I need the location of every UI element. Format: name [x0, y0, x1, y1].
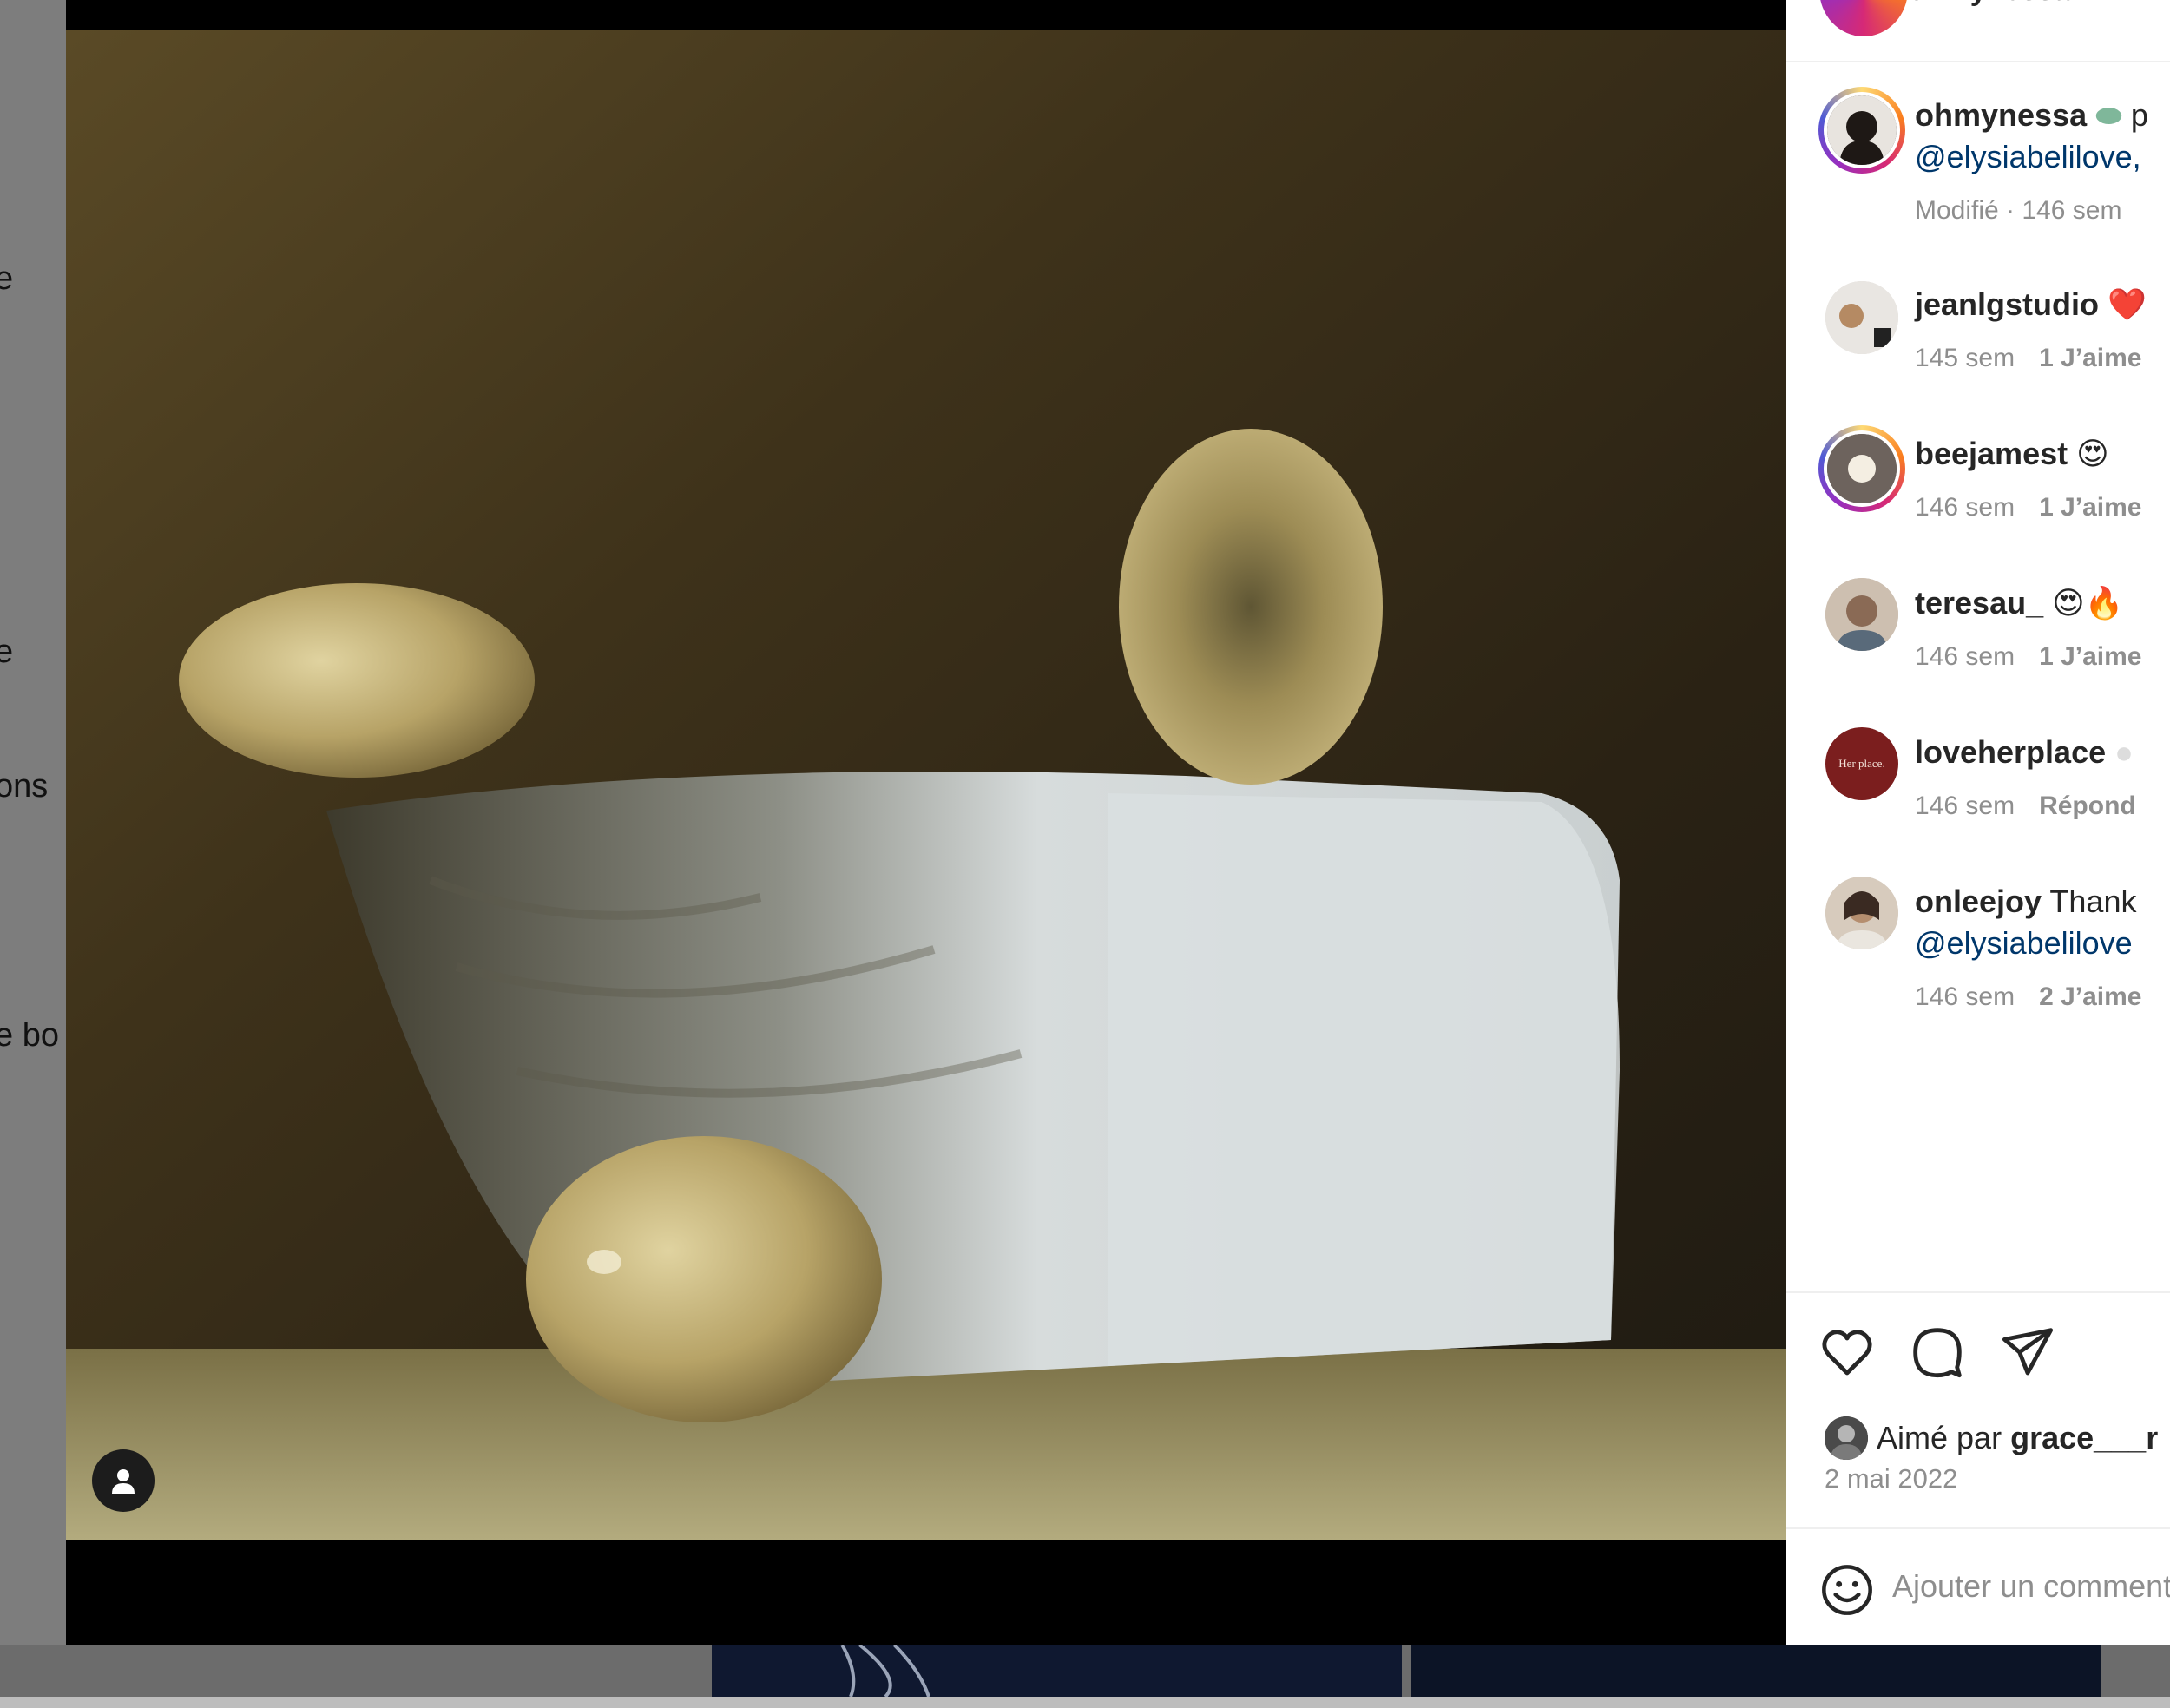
comments-panel: ohmynessa ohmynessa ⬬ p @elysiabelilove,… — [1786, 0, 2170, 1645]
comment-text: Thank — [2049, 884, 2137, 919]
comment-text: ❤️ — [2108, 286, 2147, 322]
commenter-avatar[interactable]: Her place. — [1825, 727, 1898, 800]
background-text-fragment: e bo — [0, 1017, 59, 1054]
comment-time: 146 sem — [1915, 792, 2015, 820]
post-date[interactable]: 2 mai 2022 — [1825, 1463, 1957, 1494]
comment-likes[interactable]: 1 J’aime — [2039, 642, 2141, 671]
post-photo — [66, 30, 1786, 1540]
background-text-fragment: ons — [0, 768, 49, 805]
avatar-logo-text: Her place. — [1838, 757, 1885, 770]
background-text-fragment: e — [0, 634, 14, 670]
liked-by-avatar[interactable] — [1825, 1416, 1868, 1460]
comment-text: 😍 — [2076, 436, 2109, 471]
author-avatar[interactable] — [1819, 0, 1908, 36]
comment-mention[interactable]: @elysiabelilove — [1915, 925, 2133, 962]
commenter-avatar[interactable] — [1825, 281, 1898, 354]
comment-time: 146 sem — [1915, 642, 2015, 671]
emoji-icon[interactable] — [1819, 1562, 1875, 1618]
commenter-avatar[interactable] — [1818, 425, 1905, 512]
background-thumbnail[interactable] — [1410, 1645, 2101, 1697]
background-text-fragment: e — [0, 260, 14, 297]
comment-username[interactable]: teresau_ — [1915, 585, 2043, 621]
comment-likes[interactable]: 2 J’aime — [2039, 982, 2141, 1011]
user-tag-button[interactable] — [92, 1449, 155, 1512]
caption-text: p — [2130, 97, 2148, 133]
comment-reply[interactable]: Répond — [2039, 792, 2136, 820]
liked-by-username[interactable]: grace___r — [2010, 1420, 2158, 1455]
comment-icon[interactable] — [1910, 1324, 1965, 1380]
heart-icon[interactable] — [1819, 1324, 1875, 1380]
share-icon[interactable] — [2000, 1324, 2055, 1380]
comment-username[interactable]: beejamest — [1915, 436, 2068, 471]
commenter-avatar[interactable] — [1825, 877, 1898, 949]
comment-time: 145 sem — [1915, 344, 2015, 372]
post-modal: ohmynessa ohmynessa ⬬ p @elysiabelilove,… — [66, 0, 2170, 1645]
author-avatar[interactable] — [1818, 87, 1905, 174]
post-media — [66, 0, 1786, 1645]
caption-meta: Modifié · 146 sem — [1915, 196, 2122, 225]
post-header: ohmynessa — [1786, 0, 2170, 62]
post-actions: Aimé par grace___r — [1786, 1291, 2170, 1467]
background-thumbnail[interactable] — [712, 1643, 1402, 1698]
comment-time: 146 sem — [1915, 982, 2015, 1011]
comment-username[interactable]: loveherplace — [1915, 734, 2106, 770]
comment-username[interactable]: onleejoy — [1915, 884, 2042, 919]
author-username[interactable]: ohmynessa — [1908, 0, 2070, 8]
caption-mention[interactable]: @elysiabelilove, — [1915, 139, 2141, 175]
person-icon — [112, 1469, 135, 1494]
comment-time: 146 sem — [1915, 493, 2015, 522]
comment-username[interactable]: jeanlgstudio — [1915, 286, 2099, 322]
pill-emoji-icon: ⬬ — [2095, 97, 2131, 133]
comment-text: 😍🔥 — [2052, 585, 2124, 621]
comment-likes[interactable]: 1 J’aime — [2039, 344, 2141, 372]
browser-bottom-bar — [0, 1697, 2170, 1708]
liked-by-prefix: Aimé par — [1877, 1420, 2002, 1455]
liked-by-text: Aimé par grace___r — [1877, 1420, 2158, 1456]
caption-username[interactable]: ohmynessa — [1915, 97, 2087, 133]
commenter-avatar[interactable] — [1825, 578, 1898, 651]
comment-likes[interactable]: 1 J’aime — [2039, 493, 2141, 522]
pearl-emoji-icon: ● — [2114, 734, 2134, 770]
comment-input[interactable] — [1892, 1560, 2170, 1613]
add-comment-bar — [1786, 1527, 2170, 1645]
